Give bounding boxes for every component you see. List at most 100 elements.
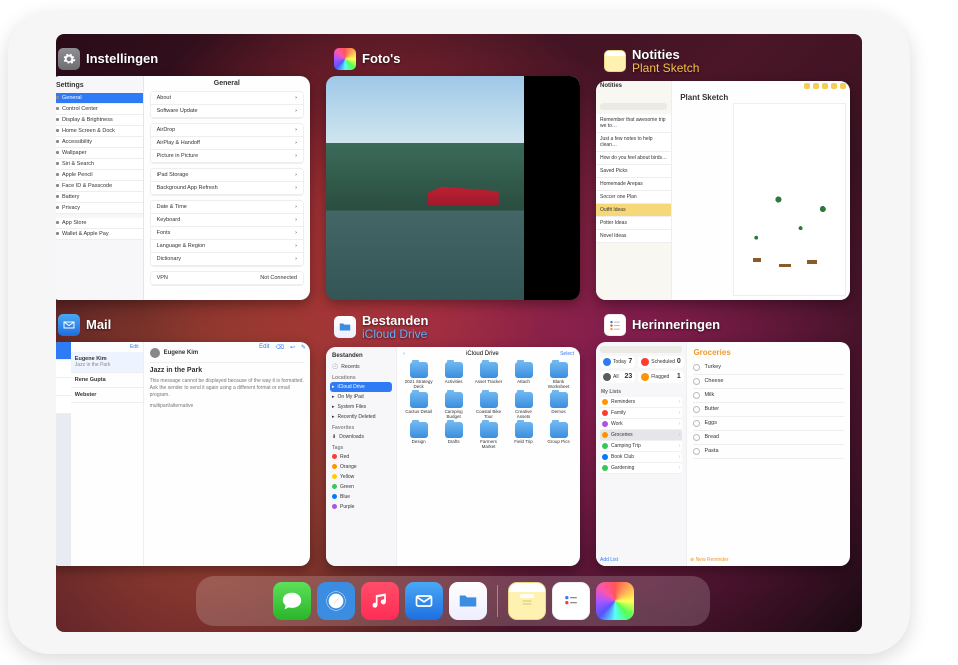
- dock-photos[interactable]: [596, 582, 634, 620]
- settings-detail-row[interactable]: VPNNot Connected: [151, 272, 303, 285]
- files-folder[interactable]: Creative Assets: [508, 392, 539, 419]
- app-card-files[interactable]: Bestanden iCloud Drive Bestanden 🕘Recent…: [326, 310, 580, 566]
- notes-toolbar[interactable]: [804, 83, 846, 89]
- back-icon[interactable]: ‹: [403, 351, 405, 360]
- reminders-list[interactable]: Groceries›: [600, 430, 682, 441]
- files-folder[interactable]: Design: [403, 422, 434, 449]
- files-tag[interactable]: Yellow: [330, 472, 392, 482]
- settings-detail-row[interactable]: Language & Region›: [151, 240, 303, 253]
- reminders-list[interactable]: Family›: [600, 408, 682, 419]
- settings-detail-row[interactable]: Date & Time›: [151, 201, 303, 214]
- dock-safari[interactable]: [317, 582, 355, 620]
- settings-detail-row[interactable]: Keyboard›: [151, 214, 303, 227]
- settings-row[interactable]: Wallpaper: [56, 148, 143, 159]
- note-list-item[interactable]: Novel Ideas: [596, 230, 671, 243]
- dock-reminders[interactable]: [552, 582, 590, 620]
- reminders-stat[interactable]: Scheduled0: [638, 356, 684, 368]
- settings-detail-row[interactable]: Background App Refresh›: [151, 182, 303, 195]
- settings-detail-row[interactable]: Software Update›: [151, 105, 303, 118]
- add-list-button[interactable]: Add List: [600, 557, 618, 563]
- app-card-notes[interactable]: Notities Plant Sketch Notities Remember …: [596, 44, 850, 300]
- files-folder[interactable]: Asset Tracker: [473, 362, 504, 389]
- settings-detail-row[interactable]: AirPlay & Handoff›: [151, 137, 303, 150]
- settings-detail-row[interactable]: Picture in Picture›: [151, 150, 303, 163]
- mail-preview[interactable]: Edit Eugene KimJazz in the ParkRene Gupta…: [56, 342, 310, 566]
- settings-row[interactable]: Wallet & Apple Pay: [56, 229, 143, 240]
- files-location[interactable]: ▸On My iPad: [330, 392, 392, 402]
- settings-preview[interactable]: Settings GeneralControl CenterDisplay & …: [56, 76, 310, 300]
- compose-icon[interactable]: ✎: [301, 344, 306, 351]
- files-tag[interactable]: Green: [330, 482, 392, 492]
- files-folder[interactable]: Demos: [543, 392, 574, 419]
- files-folder[interactable]: Attach: [508, 362, 539, 389]
- settings-detail-row[interactable]: Fonts›: [151, 227, 303, 240]
- note-list-item[interactable]: Outfit Ideas: [596, 204, 671, 217]
- files-folder[interactable]: Activities: [438, 362, 469, 389]
- reminders-stat[interactable]: Flagged1: [638, 371, 684, 383]
- note-list-item[interactable]: Remember that awesome trip we to…: [596, 114, 671, 133]
- files-folder[interactable]: Field Trip: [508, 422, 539, 449]
- reminders-list[interactable]: Reminders›: [600, 397, 682, 408]
- files-location[interactable]: ▸Recently Deleted: [330, 412, 392, 422]
- files-fav-downloads[interactable]: ⬇Downloads: [330, 432, 392, 442]
- files-folder[interactable]: Camping Budget: [438, 392, 469, 419]
- reminders-list[interactable]: Gardening›: [600, 463, 682, 474]
- files-folder[interactable]: Blank Worksheet: [543, 362, 574, 389]
- notes-search[interactable]: [600, 103, 667, 110]
- files-folder[interactable]: Group Pics: [543, 422, 574, 449]
- app-card-photos[interactable]: Foto's: [326, 44, 580, 300]
- mail-inbox-item[interactable]: Webster: [71, 388, 143, 403]
- reminder-item[interactable]: Butter: [693, 403, 844, 417]
- files-folder[interactable]: Drafts: [438, 422, 469, 449]
- settings-detail-row[interactable]: About›: [151, 92, 303, 105]
- files-tag[interactable]: Red: [330, 452, 392, 462]
- settings-row[interactable]: Home Screen & Dock: [56, 126, 143, 137]
- dock-files[interactable]: [449, 582, 487, 620]
- note-list-item[interactable]: Just a few notes to help clean…: [596, 133, 671, 152]
- mail-inbox-item[interactable]: Rene Gupta: [71, 373, 143, 388]
- settings-row[interactable]: Display & Brightness: [56, 115, 143, 126]
- settings-row[interactable]: App Store: [56, 218, 143, 229]
- files-recents[interactable]: 🕘Recents: [330, 362, 392, 372]
- settings-detail-row[interactable]: AirDrop›: [151, 124, 303, 137]
- settings-row[interactable]: Face ID & Passcode: [56, 181, 143, 192]
- archive-icon[interactable]: ⌫: [275, 344, 283, 351]
- reminders-stat[interactable]: All23: [600, 371, 635, 383]
- reminders-preview[interactable]: Today7Scheduled0All23Flagged1 My Lists R…: [596, 342, 850, 566]
- reminder-item[interactable]: Cheese: [693, 375, 844, 389]
- app-card-settings[interactable]: Instellingen Settings GeneralControl Cen…: [56, 44, 310, 300]
- dock-mail[interactable]: [405, 582, 443, 620]
- note-list-item[interactable]: Saved Picks: [596, 165, 671, 178]
- settings-row[interactable]: Apple Pencil: [56, 170, 143, 181]
- files-folder[interactable]: Cactus Detail: [403, 392, 434, 419]
- note-list-item[interactable]: Potter Ideas: [596, 217, 671, 230]
- reminders-list[interactable]: Camping Trip›: [600, 441, 682, 452]
- files-tag[interactable]: Blue: [330, 492, 392, 502]
- app-card-reminders[interactable]: Herinneringen Today7Scheduled0All23Flagg…: [596, 310, 850, 566]
- files-tag[interactable]: Orange: [330, 462, 392, 472]
- files-folder[interactable]: Farmers Market: [473, 422, 504, 449]
- settings-row[interactable]: Accessibility: [56, 137, 143, 148]
- files-select[interactable]: Select: [560, 351, 574, 360]
- dock-notes[interactable]: [508, 582, 546, 620]
- reminder-item[interactable]: Eggs: [693, 417, 844, 431]
- reminder-item[interactable]: Pasta: [693, 445, 844, 459]
- reminders-search[interactable]: [600, 346, 682, 353]
- settings-row[interactable]: Privacy: [56, 203, 143, 214]
- dock-messages[interactable]: [273, 582, 311, 620]
- settings-detail-row[interactable]: iPad Storage›: [151, 169, 303, 182]
- mail-edit[interactable]: Edit: [259, 344, 269, 351]
- settings-row[interactable]: Siri & Search: [56, 159, 143, 170]
- reply-icon[interactable]: ↩: [290, 344, 295, 351]
- dock-music[interactable]: [361, 582, 399, 620]
- files-preview[interactable]: Bestanden 🕘Recents Locations ▸iCloud Dri…: [326, 347, 580, 566]
- settings-row[interactable]: General: [56, 93, 143, 104]
- app-card-mail[interactable]: Mail EditEugene KimJazz in the ParkRene …: [56, 310, 310, 566]
- files-folder[interactable]: Coastal Bike Tour: [473, 392, 504, 419]
- reminders-stat[interactable]: Today7: [600, 356, 635, 368]
- mail-inbox-item[interactable]: Eugene KimJazz in the Park: [71, 352, 143, 373]
- settings-row[interactable]: Battery: [56, 192, 143, 203]
- settings-row[interactable]: Control Center: [56, 104, 143, 115]
- reminders-list[interactable]: Book Club›: [600, 452, 682, 463]
- reminders-list[interactable]: Work›: [600, 419, 682, 430]
